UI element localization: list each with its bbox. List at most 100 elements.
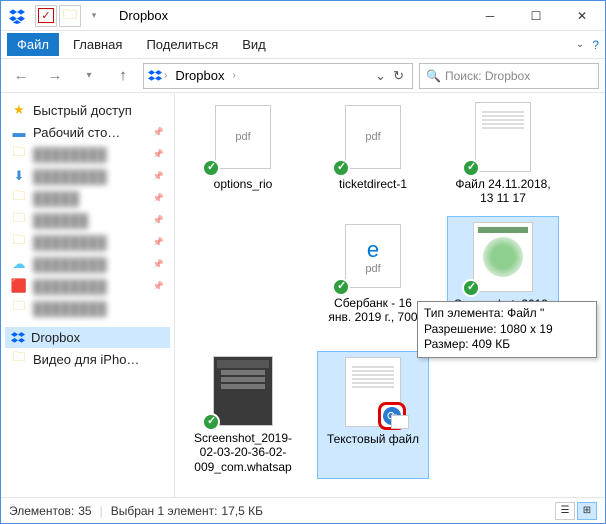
sidebar-item[interactable]: 🗀████████ xyxy=(5,143,170,165)
nav-back-button[interactable]: ← xyxy=(7,63,35,89)
pdf-label: pdf xyxy=(365,131,380,143)
statusbar: Элементов: 35 | Выбран 1 элемент: 17,5 К… xyxy=(1,497,605,523)
sidebar-item[interactable]: 🗀██████ xyxy=(5,209,170,231)
nav-recent-button[interactable]: ▾ xyxy=(75,63,103,89)
file-label: ticketdirect-1 xyxy=(339,177,407,191)
folder-icon: 🗀 xyxy=(11,234,27,250)
menu-file[interactable]: Файл xyxy=(7,33,59,56)
folder-icon: 🗀 xyxy=(11,146,27,162)
menu-view[interactable]: Вид xyxy=(232,33,276,56)
folder-icon: 🗀 xyxy=(11,300,27,316)
breadcrumb-sep: › xyxy=(232,70,235,81)
menubar-right: ⌄ ? xyxy=(576,38,599,52)
folder-icon: 🗀 xyxy=(11,212,27,228)
help-icon[interactable]: ? xyxy=(592,38,599,52)
sidebar-quick-access[interactable]: ★ Быстрый доступ xyxy=(5,99,170,121)
status-selection-label: Выбран 1 элемент: xyxy=(111,504,218,518)
breadcrumb-dropbox-icon xyxy=(148,69,162,83)
pdf-label: pdf xyxy=(235,131,250,143)
sidebar: ★ Быстрый доступ ▬ Рабочий сто… 🗀███████… xyxy=(1,93,175,497)
sidebar-item[interactable]: ☁████████ xyxy=(5,253,170,275)
sidebar-item[interactable]: ⬇████████ xyxy=(5,165,170,187)
status-count-label: Элементов: xyxy=(9,504,74,518)
sidebar-label: Быстрый доступ xyxy=(33,103,132,118)
star-icon: ★ xyxy=(11,102,27,118)
file-grid: pdf options_rio pdf ticketdirect-1 Файл … xyxy=(187,97,597,479)
sidebar-label: Рабочий сто… xyxy=(33,125,120,140)
sidebar-label: Dropbox xyxy=(31,330,80,345)
file-item-options[interactable]: pdf options_rio xyxy=(187,97,299,210)
maximize-button[interactable]: ☐ xyxy=(513,1,559,31)
file-item-txt[interactable]: ⟳ Текстовый файл xyxy=(317,351,429,479)
tooltip-resolution: Разрешение: 1080 x 19 xyxy=(424,322,590,338)
cloud-icon: ☁ xyxy=(11,256,27,272)
file-item-date[interactable]: Файл 24.11.2018, 13 11 17 xyxy=(447,97,559,210)
search-icon: 🔍 xyxy=(426,69,441,83)
qat-folder[interactable]: 🗀 xyxy=(59,5,81,27)
view-icons-button[interactable]: ⊞ xyxy=(577,502,597,520)
menu-home[interactable]: Главная xyxy=(63,33,132,56)
menubar: Файл Главная Поделиться Вид ⌄ ? xyxy=(1,31,605,59)
view-details-button[interactable]: ☰ xyxy=(555,502,575,520)
folder-icon: 🗀 xyxy=(11,351,27,367)
sidebar-item[interactable]: 🟥████████ xyxy=(5,275,170,297)
app-icon: 🟥 xyxy=(11,278,27,294)
breadcrumb-dropdown-icon[interactable]: ⌄ ↻ xyxy=(371,68,408,84)
titlebar: ✓ 🗀 ▾ Dropbox ─ ☐ ✕ xyxy=(1,1,605,31)
minimize-button[interactable]: ─ xyxy=(467,1,513,31)
tooltip-type: Тип элемента: Файл " xyxy=(424,306,590,322)
file-label: Текстовый файл xyxy=(327,432,419,446)
edge-icon: e xyxy=(367,237,379,263)
window-controls: ─ ☐ ✕ xyxy=(467,1,605,31)
quick-access-toolbar: ✓ 🗀 ▾ xyxy=(35,5,105,27)
file-label: Screenshot_2019-02-03-20-36-02-009_com.w… xyxy=(191,431,295,475)
sidebar-desktop[interactable]: ▬ Рабочий сто… xyxy=(5,121,170,143)
nav-up-button[interactable]: ↑ xyxy=(109,63,137,89)
dropbox-icon xyxy=(11,331,25,345)
sync-ok-icon xyxy=(462,279,480,297)
search-input[interactable]: 🔍 Поиск: Dropbox xyxy=(419,63,599,89)
folder-icon: 🗀 xyxy=(11,190,27,206)
desktop-icon: ▬ xyxy=(11,124,27,140)
sync-ok-icon xyxy=(202,413,220,431)
sidebar-dropbox[interactable]: Dropbox xyxy=(5,327,170,348)
txt-corner-icon xyxy=(391,415,409,429)
qat-overflow[interactable]: ▾ xyxy=(83,5,105,27)
titlebar-icons: ✓ 🗀 ▾ xyxy=(9,5,105,27)
sync-ok-icon xyxy=(332,159,350,177)
file-label: Сбербанк - 16 янв. 2019 г., 700 xyxy=(321,296,425,325)
search-placeholder: Поиск: Dropbox xyxy=(445,69,530,83)
file-item-shot2[interactable]: Screenshot_2019-02-03-20-36-02-009_com.w… xyxy=(187,351,299,479)
breadcrumb[interactable]: › Dropbox › ⌄ ↻ xyxy=(143,63,413,89)
status-selection-size: 17,5 КБ xyxy=(221,504,263,518)
sync-ok-icon xyxy=(332,278,350,296)
view-switcher: ☰ ⊞ xyxy=(555,502,597,520)
nav-forward-button[interactable]: → xyxy=(41,63,69,89)
qat-checkbox[interactable]: ✓ xyxy=(35,5,57,27)
file-item-sber[interactable]: epdf Сбербанк - 16 янв. 2019 г., 700 xyxy=(317,216,429,345)
sidebar-video[interactable]: 🗀 Видео для iPho… xyxy=(5,348,170,370)
breadcrumb-root[interactable]: Dropbox xyxy=(169,66,230,85)
sidebar-item[interactable]: 🗀████████ xyxy=(5,231,170,253)
sync-ok-icon xyxy=(202,159,220,177)
close-button[interactable]: ✕ xyxy=(559,1,605,31)
file-pane[interactable]: pdf options_rio pdf ticketdirect-1 Файл … xyxy=(175,93,605,497)
pdf-label: pdf xyxy=(365,263,380,275)
body: ★ Быстрый доступ ▬ Рабочий сто… 🗀███████… xyxy=(1,93,605,497)
explorer-window: ✓ 🗀 ▾ Dropbox ─ ☐ ✕ Файл Главная Поделит… xyxy=(0,0,606,524)
tooltip: Тип элемента: Файл " Разрешение: 1080 x … xyxy=(417,301,597,358)
ribbon-expand-icon[interactable]: ⌄ xyxy=(576,39,584,50)
download-icon: ⬇ xyxy=(11,168,27,184)
breadcrumb-sep: › xyxy=(164,70,167,81)
address-bar: ← → ▾ ↑ › Dropbox › ⌄ ↻ 🔍 Поиск: Dropbox xyxy=(1,59,605,93)
file-label: Файл 24.11.2018, 13 11 17 xyxy=(451,177,555,206)
sync-ok-icon xyxy=(462,159,480,177)
file-label: options_rio xyxy=(214,177,273,191)
menu-share[interactable]: Поделиться xyxy=(136,33,228,56)
sidebar-item[interactable]: 🗀█████ xyxy=(5,187,170,209)
sidebar-label: Видео для iPho… xyxy=(33,352,139,367)
file-item-ticket[interactable]: pdf ticketdirect-1 xyxy=(317,97,429,210)
status-count: 35 xyxy=(78,504,91,518)
sidebar-item[interactable]: 🗀████████ xyxy=(5,297,170,319)
window-title: Dropbox xyxy=(119,8,467,23)
